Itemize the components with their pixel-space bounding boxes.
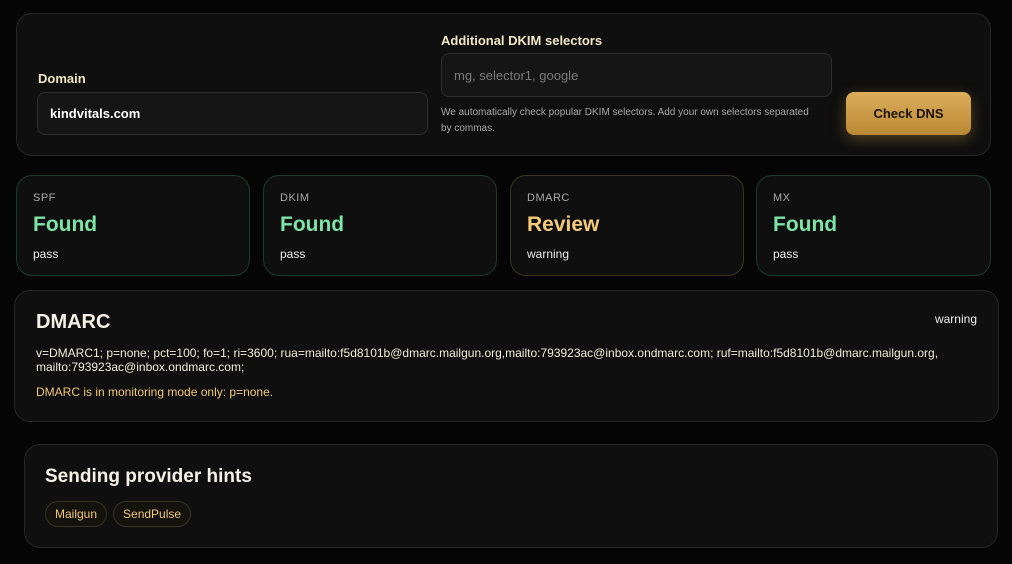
spf-card-title: SPF <box>33 192 56 204</box>
dmarc-details-panel: DMARC warning v=DMARC1; p=none; pct=100;… <box>14 290 999 422</box>
provider-hints-panel: Sending provider hints Mailgun SendPulse <box>24 444 998 548</box>
spf-card: SPF Found pass <box>16 175 250 276</box>
domain-label: Domain <box>38 71 86 86</box>
dmarc-card-title: DMARC <box>527 192 570 204</box>
dkim-card-title: DKIM <box>280 192 310 204</box>
dns-check-form: Domain Additional DKIM selectors We auto… <box>16 13 991 156</box>
dkim-selectors-input[interactable] <box>441 53 832 97</box>
dkim-card: DKIM Found pass <box>263 175 497 276</box>
mx-card: MX Found pass <box>756 175 991 276</box>
provider-chip-sendpulse: SendPulse <box>113 501 192 527</box>
mx-card-status: Found <box>773 213 838 236</box>
dkim-selectors-label: Additional DKIM selectors <box>441 33 603 48</box>
dmarc-card-result: warning <box>527 247 570 261</box>
mx-card-title: MX <box>773 192 791 204</box>
dkim-selectors-hint: We automatically check popular DKIM sele… <box>441 107 809 134</box>
check-dns-button[interactable]: Check DNS <box>846 92 971 135</box>
dkim-card-result: pass <box>280 247 306 261</box>
dmarc-card-status: Review <box>527 213 600 236</box>
dmarc-status-badge: warning <box>934 312 977 326</box>
dmarc-warning-note: DMARC is in monitoring mode only: p=none… <box>36 385 274 399</box>
mx-card-result: pass <box>773 247 799 261</box>
provider-chip-list: Mailgun SendPulse <box>45 501 192 527</box>
spf-card-status: Found <box>33 213 98 236</box>
dkim-card-status: Found <box>280 213 345 236</box>
spf-card-result: pass <box>33 247 59 261</box>
dmarc-card: DMARC Review warning <box>510 175 744 276</box>
domain-input[interactable] <box>37 92 428 135</box>
dmarc-details-title: DMARC <box>36 311 111 333</box>
dmarc-record-text: v=DMARC1; p=none; pct=100; fo=1; ri=3600… <box>36 346 939 374</box>
provider-hints-title: Sending provider hints <box>45 466 252 487</box>
provider-chip-mailgun: Mailgun <box>45 501 108 527</box>
